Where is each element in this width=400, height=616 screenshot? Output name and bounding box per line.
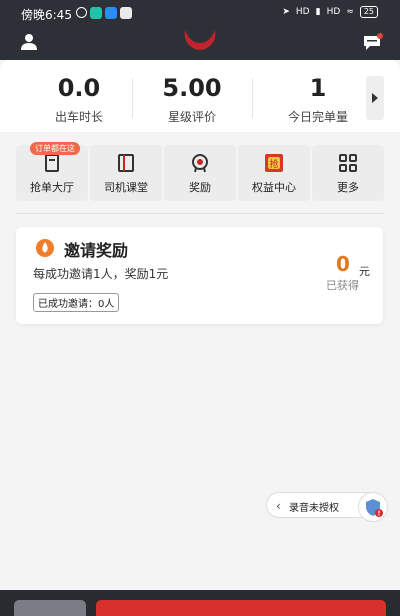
stat-today-orders: 1 今日完单量: [263, 74, 373, 125]
rights-icon: 抢: [265, 154, 283, 172]
chevron-left-icon: ‹: [276, 499, 281, 513]
invite-title: 邀请奖励: [64, 241, 129, 260]
invite-description: 每成功邀请1人，奖励1元: [33, 267, 169, 281]
primary-action-button[interactable]: [96, 600, 386, 616]
shield-icon: [366, 499, 383, 517]
menu-item-driver-class[interactable]: 司机课堂: [90, 145, 162, 201]
network-hd-b: HD: [326, 7, 341, 17]
network-hd-a: HD: [295, 7, 310, 17]
stat-value: 1: [309, 74, 327, 102]
earned-unit: 元: [359, 265, 370, 278]
stat-label: 今日完单量: [287, 110, 348, 124]
menu-item-label: 抢单大厅: [30, 181, 74, 194]
menu-item-label: 权益中心: [252, 181, 296, 194]
invited-count-badge: 已成功邀请：0人: [33, 293, 120, 312]
app-header: [0, 28, 400, 60]
user-icon[interactable]: [18, 32, 40, 52]
book-icon: [118, 154, 134, 172]
earned-amount: 0: [336, 252, 350, 276]
divider: [132, 78, 133, 118]
stat-drive-duration: 0.0 出车时长: [24, 74, 134, 125]
order-hall-icon: [45, 154, 59, 172]
divider: [252, 78, 253, 118]
menu-item-label: 奖励: [189, 181, 211, 194]
signal-icon: ▮: [315, 7, 321, 17]
secondary-action-button[interactable]: [14, 600, 86, 616]
earned-label: 已获得: [326, 279, 359, 292]
menu-item-label: 司机课堂: [104, 181, 148, 194]
stat-label: 星级评价: [167, 110, 216, 124]
menu-item-rights-center[interactable]: 抢 权益中心: [238, 145, 310, 201]
stat-label: 出车时长: [54, 110, 103, 124]
stat-value: 0.0: [57, 74, 101, 102]
status-app-icons: [76, 7, 132, 19]
menu-item-more[interactable]: 更多: [312, 145, 384, 201]
grid-icon: [339, 154, 357, 172]
svg-text:抢: 抢: [269, 158, 278, 170]
message-icon[interactable]: [362, 32, 384, 52]
notification-icon: [90, 7, 102, 19]
wifi-icon: ≈: [346, 7, 354, 17]
medal-icon: [192, 154, 208, 173]
stats-next-arrow[interactable]: [366, 76, 384, 120]
stat-star-rating: 5.00 星级评价: [137, 74, 247, 125]
menu-item-label: 更多: [337, 181, 359, 194]
shield-alert-button[interactable]: [358, 492, 388, 522]
battery-indicator: 25: [359, 6, 378, 18]
invite-reward-card[interactable]: 邀请奖励 每成功邀请1人，奖励1元 已成功邀请：0人 0 元 已获得: [16, 227, 383, 324]
recording-label: 录音未授权: [289, 503, 339, 514]
status-right: ➤ HD ▮ HD ≈ 25: [282, 6, 378, 18]
bottom-bar: [0, 590, 400, 616]
notification-icon: [120, 7, 132, 19]
stat-value: 5.00: [162, 74, 222, 102]
horns-logo: [184, 30, 216, 50]
menu-item-reward[interactable]: 奖励: [164, 145, 236, 201]
notification-icon: [105, 7, 117, 19]
alarm-icon: [76, 7, 87, 18]
order-hall-badge: 订单都在这: [30, 142, 80, 155]
status-time: 傍晚6:45: [21, 8, 72, 22]
location-icon: ➤: [282, 7, 290, 17]
stats-card: 0.0 出车时长 5.00 星级评价 1 今日完单量: [0, 60, 400, 132]
status-bar: 傍晚6:45 ➤ HD ▮ HD ≈ 25: [0, 0, 400, 28]
section-divider: [16, 213, 384, 214]
flame-icon: [36, 239, 54, 257]
top-bar: 傍晚6:45 ➤ HD ▮ HD ≈ 25: [0, 0, 400, 60]
